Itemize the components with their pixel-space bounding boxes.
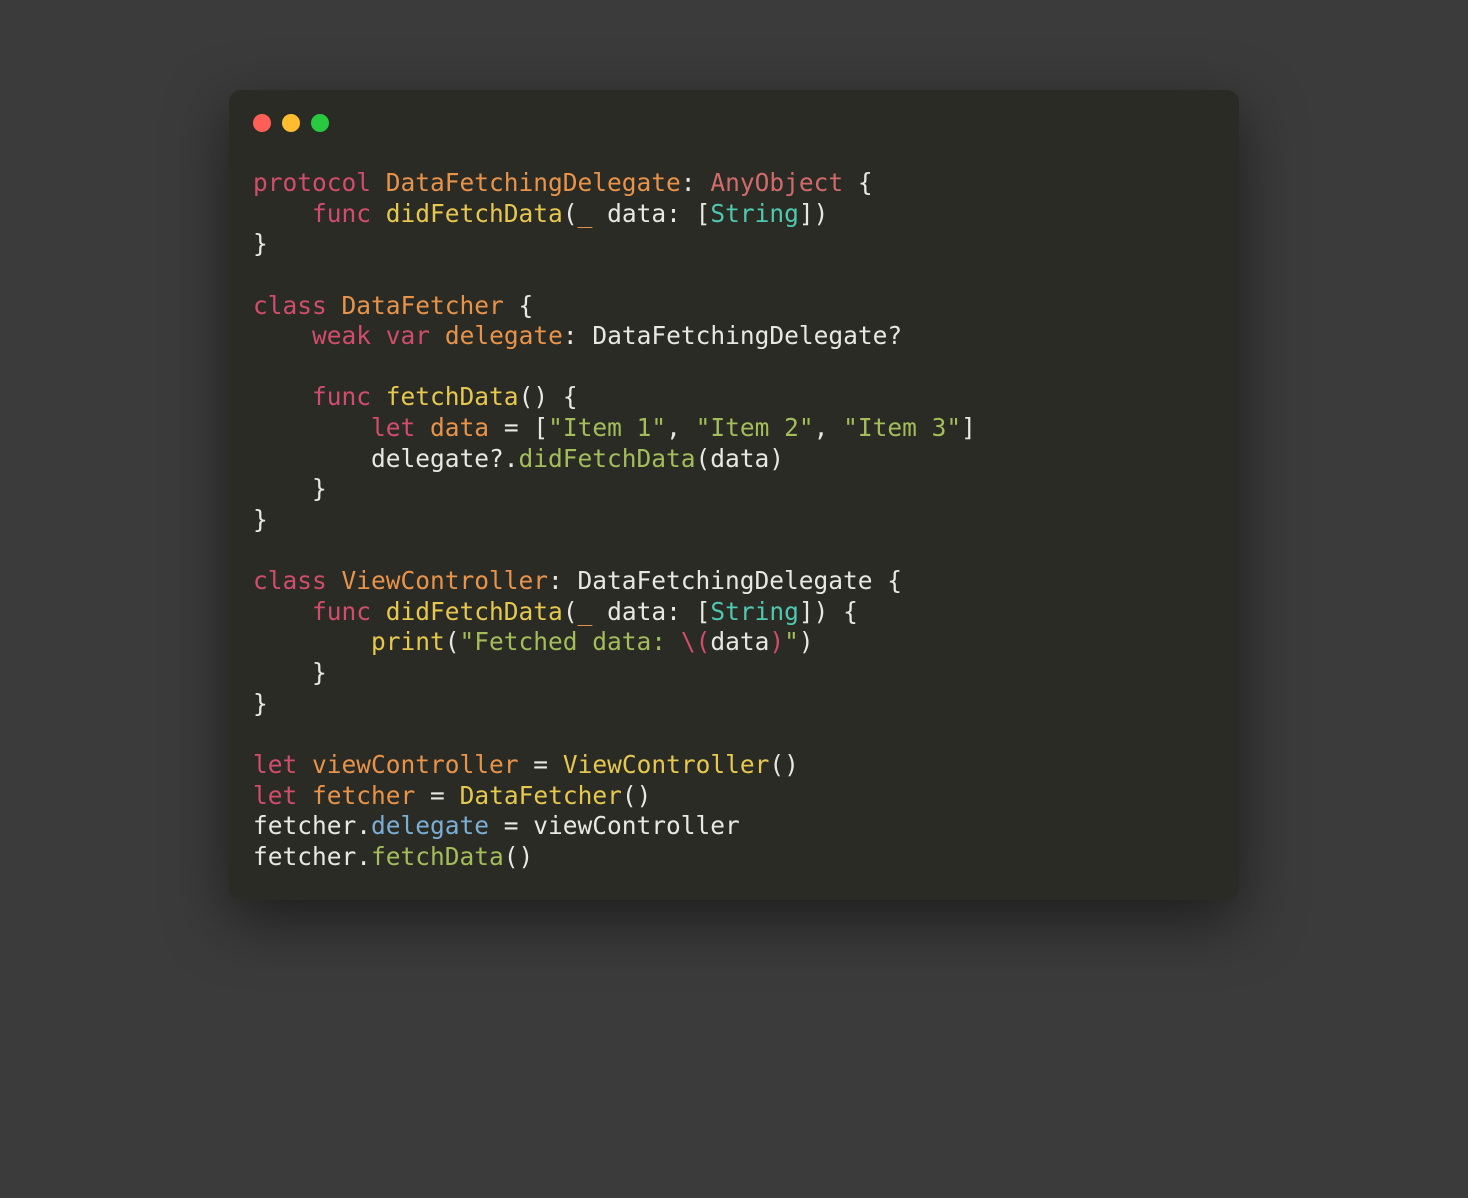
brace: }	[253, 689, 268, 718]
keyword: let	[253, 750, 297, 779]
minimize-icon[interactable]	[282, 114, 300, 132]
sp	[327, 291, 342, 320]
keyword: class	[253, 566, 327, 595]
func-name: didFetchData	[386, 597, 563, 626]
method-call: didFetchData	[519, 444, 696, 473]
indent	[253, 321, 312, 350]
string: "Item 1"	[548, 413, 666, 442]
keyword: protocol	[253, 168, 371, 197]
sp	[371, 382, 386, 411]
type-ref: AnyObject	[710, 168, 843, 197]
punct: (	[563, 199, 578, 228]
punct: () {	[519, 382, 578, 411]
func-name: didFetchData	[386, 199, 563, 228]
keyword: func	[312, 597, 371, 626]
code-block: protocol DataFetchingDelegate: AnyObject…	[229, 168, 1239, 872]
indent	[253, 382, 312, 411]
method-call: fetchData	[371, 842, 504, 871]
underscore: _	[578, 597, 593, 626]
close-icon[interactable]	[253, 114, 271, 132]
type-ref: String	[710, 199, 799, 228]
inherit: : DataFetchingDelegate {	[548, 566, 902, 595]
sp	[371, 199, 386, 228]
var: data	[710, 627, 769, 656]
punct: :	[681, 168, 711, 197]
sp	[297, 781, 312, 810]
brace: }	[253, 505, 268, 534]
type-name: ViewController	[342, 566, 549, 595]
type-ref: String	[710, 597, 799, 626]
string: "	[784, 627, 799, 656]
string: "Item 3"	[843, 413, 961, 442]
punct: {	[843, 168, 873, 197]
keyword: let	[253, 781, 297, 810]
keyword: var	[386, 321, 430, 350]
punct: (	[445, 627, 460, 656]
underscore: _	[578, 199, 593, 228]
interp: )	[769, 627, 784, 656]
keyword: weak	[312, 321, 371, 350]
brace: }	[253, 658, 327, 687]
property: delegate	[371, 811, 489, 840]
var-name: fetcher	[312, 781, 415, 810]
expr: = viewController	[489, 811, 740, 840]
punct: ()	[504, 842, 534, 871]
traffic-lights	[229, 114, 1239, 168]
keyword: func	[312, 199, 371, 228]
maximize-icon[interactable]	[311, 114, 329, 132]
keyword: class	[253, 291, 327, 320]
param: data: [	[592, 199, 710, 228]
punct: ,	[666, 413, 696, 442]
sp	[371, 321, 386, 350]
punct: ,	[814, 413, 844, 442]
func-name: fetchData	[386, 382, 519, 411]
punct: =	[415, 781, 459, 810]
type-annot: : DataFetchingDelegate?	[563, 321, 902, 350]
sp	[297, 750, 312, 779]
punct: (	[563, 597, 578, 626]
brace: }	[253, 474, 327, 503]
brace: }	[253, 229, 268, 258]
ctor: ViewController	[563, 750, 770, 779]
string: "Item 2"	[696, 413, 814, 442]
type-name: DataFetchingDelegate	[386, 168, 681, 197]
ctor: DataFetcher	[460, 781, 622, 810]
indent: delegate?.	[253, 444, 519, 473]
indent	[253, 199, 312, 228]
property: delegate	[445, 321, 563, 350]
indent	[253, 413, 371, 442]
sp	[327, 566, 342, 595]
var-name: viewController	[312, 750, 519, 779]
string: "Fetched data:	[460, 627, 681, 656]
param: data: [	[592, 597, 710, 626]
sp	[371, 597, 386, 626]
func-call: print	[371, 627, 445, 656]
sp	[415, 413, 430, 442]
keyword: func	[312, 382, 371, 411]
keyword: let	[371, 413, 415, 442]
punct: ()	[622, 781, 652, 810]
indent	[253, 627, 371, 656]
args: (data)	[696, 444, 785, 473]
punct: )	[799, 627, 814, 656]
brace: {	[504, 291, 534, 320]
code-window: protocol DataFetchingDelegate: AnyObject…	[229, 90, 1239, 900]
indent	[253, 597, 312, 626]
sp	[430, 321, 445, 350]
var-name: data	[430, 413, 489, 442]
punct: ]	[961, 413, 976, 442]
type-name: DataFetcher	[342, 291, 504, 320]
expr: fetcher.	[253, 842, 371, 871]
punct: ])	[799, 199, 829, 228]
punct: ]) {	[799, 597, 858, 626]
punct: = [	[489, 413, 548, 442]
interp: \(	[681, 627, 711, 656]
punct: =	[519, 750, 563, 779]
expr: fetcher.	[253, 811, 371, 840]
punct: ()	[769, 750, 799, 779]
